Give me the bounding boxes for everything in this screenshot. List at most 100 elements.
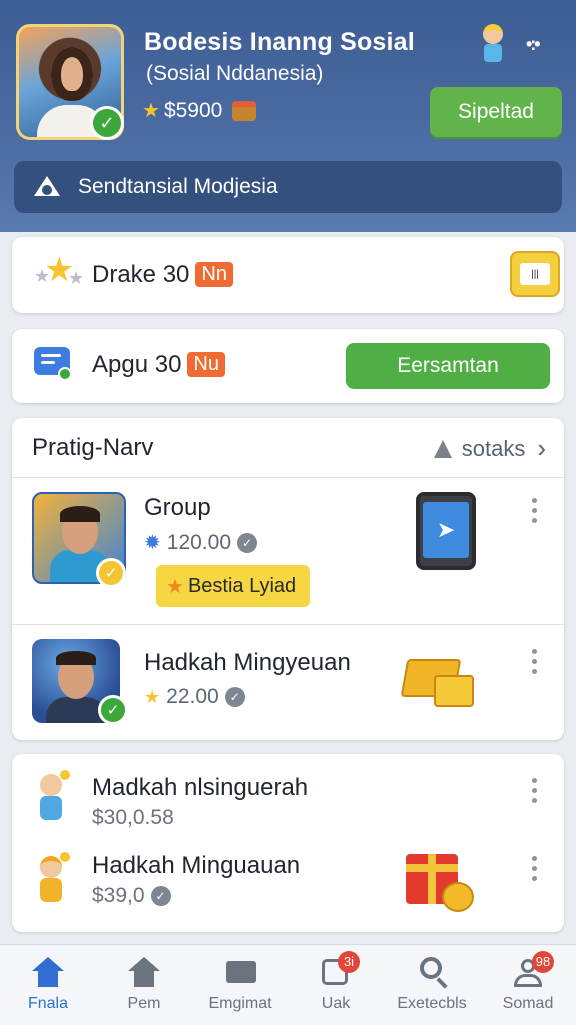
nav-label: Somad — [502, 995, 554, 1012]
gold-bars-icon — [400, 651, 474, 707]
coin — [60, 852, 70, 862]
header-action-button[interactable]: Sipeltad — [430, 87, 562, 137]
profile-subtitle: (Sosial Nddanesia) — [146, 62, 324, 85]
list-item[interactable]: Madkah nlsinguerah $30,0.58 — [12, 754, 564, 842]
star-icon: ★ — [166, 575, 184, 598]
home-icon — [0, 955, 96, 991]
reward-card-2[interactable]: Apgu 30 Nu Eersamtan — [12, 329, 564, 403]
home-shape — [32, 957, 64, 987]
item-menu-icon[interactable] — [532, 856, 538, 882]
nav-label: Emgimat — [208, 995, 272, 1012]
bottom-navigation: Fnala Pem Emgimat 3i Uak Exetecbls 98 So… — [0, 944, 576, 1025]
timer-icon[interactable]: ||| — [510, 251, 560, 297]
check-circle-icon: ✓ — [237, 532, 257, 553]
envelope — [226, 961, 256, 983]
home-roof — [128, 957, 160, 971]
home-base — [134, 971, 154, 987]
nav-item-5[interactable]: Exetecbls — [384, 955, 480, 1013]
item-name: Hadkah Minguauan — [92, 852, 301, 879]
nav-item-home[interactable]: Fnala — [0, 955, 96, 1013]
list-header: Pratig-Narv sotaks › — [12, 418, 564, 478]
nav-label: Pem — [127, 995, 161, 1012]
kid-icon — [34, 770, 70, 826]
nav-item-4[interactable]: 3i Uak — [288, 951, 384, 1013]
list-item[interactable]: ✓ Hadkah Mingyeuan ★ 22.00 ✓ — [12, 625, 564, 740]
balance-row: ★ $5900 — [142, 98, 257, 123]
home-roof — [32, 957, 64, 971]
thumb-shirt — [46, 697, 106, 723]
chat-line — [41, 361, 55, 364]
gear-icon: ✹ — [144, 532, 161, 554]
home-base — [38, 971, 58, 987]
list-card-2: Madkah nlsinguerah $30,0.58 Hadkah Mingu… — [12, 754, 564, 932]
item-price-row: $39,0 ✓ — [92, 884, 171, 908]
check-circle-icon: ✓ — [224, 687, 245, 707]
notification-badge: 98 — [532, 951, 554, 973]
verified-check-icon: ✓ — [90, 106, 124, 140]
claim-button[interactable]: Eersamtan — [346, 343, 550, 389]
notice-bar[interactable]: Sendtansial Modjesia — [14, 161, 562, 213]
kid-icon — [34, 852, 70, 908]
avatar-face — [51, 47, 93, 101]
warning-icon — [433, 439, 452, 458]
item-price-row: ★ 22.00 ✓ — [144, 685, 245, 709]
check-circle-icon: ✓ — [150, 886, 171, 906]
item-price: 22.00 — [166, 685, 219, 708]
notification-badge: 3i — [338, 951, 360, 973]
kid-head — [40, 774, 62, 796]
item-name: Group — [144, 494, 211, 521]
stars-icon: ★ ★ ★ — [34, 251, 85, 289]
profile-title: Bodesis Inanng Sosial — [144, 28, 415, 56]
list-item[interactable]: ✓ Group ✹ 120.00 ✓ ★ Bestia Lyiad ➤ — [12, 478, 564, 624]
reward-tag: Nn — [195, 262, 233, 287]
kid-mascot-icon[interactable] — [478, 24, 508, 64]
star-icon: ★ — [142, 100, 160, 122]
alert-triangle-icon — [32, 176, 62, 198]
kid-head — [40, 856, 62, 878]
mail-icon — [192, 955, 288, 991]
user-icon: 98 — [480, 951, 576, 991]
nav-item-2[interactable]: Pem — [96, 955, 192, 1013]
chevron-right-icon: › — [537, 433, 546, 463]
reward-label-text: Apgu 30 — [92, 351, 182, 378]
home-icon — [96, 955, 192, 991]
star-icon: ★ — [144, 686, 161, 707]
item-menu-icon[interactable] — [532, 649, 538, 675]
notice-text: Sendtansial Modjesia — [78, 175, 278, 198]
chip-label: Bestia Lyiad — [187, 574, 297, 597]
list-item[interactable]: Hadkah Minguauan $39,0 ✓ — [12, 842, 564, 932]
item-name: Madkah nlsinguerah — [92, 774, 309, 801]
kid-body — [40, 878, 62, 902]
more-dots-icon[interactable]: •:• — [526, 34, 541, 55]
nav-label: Fnala — [27, 995, 69, 1012]
nav-item-6[interactable]: 98 Somad — [480, 951, 576, 1013]
search-icon — [384, 955, 480, 991]
item-menu-icon[interactable] — [532, 778, 538, 804]
box-icon: 3i — [288, 951, 384, 991]
send-icon: ➤ — [423, 502, 469, 558]
treasure-chest-icon — [232, 100, 257, 121]
item-chip[interactable]: ★ Bestia Lyiad — [156, 565, 311, 607]
item-price: $30,0.58 — [92, 806, 174, 829]
chat-line — [41, 354, 61, 357]
reward-card-1[interactable]: ★ ★ ★ Drake 30 Nn ||| — [12, 237, 564, 313]
item-name: Hadkah Mingyeuan — [144, 649, 351, 676]
item-menu-icon[interactable] — [532, 498, 538, 524]
list-card: Pratig-Narv sotaks › ✓ Group ✹ 120.00 ✓ … — [12, 418, 564, 740]
timer-face: ||| — [520, 263, 550, 285]
reward-tag: Nu — [187, 352, 225, 377]
list-link-text: sotaks — [461, 435, 526, 461]
coin-icon — [442, 882, 474, 912]
list-title: Pratig-Narv — [32, 434, 154, 461]
kid-body — [40, 796, 62, 820]
reward-label-text: Drake 30 — [92, 261, 190, 288]
gold-check-icon: ✓ — [96, 558, 126, 588]
kid-head — [483, 24, 503, 44]
list-link[interactable]: sotaks › — [433, 433, 546, 464]
nav-label: Exetecbls — [397, 995, 467, 1012]
nav-item-3[interactable]: Emgimat — [192, 955, 288, 1013]
home-shape — [128, 957, 160, 987]
coin — [60, 770, 70, 780]
gold-bar — [434, 675, 474, 707]
search-shape — [420, 957, 442, 979]
